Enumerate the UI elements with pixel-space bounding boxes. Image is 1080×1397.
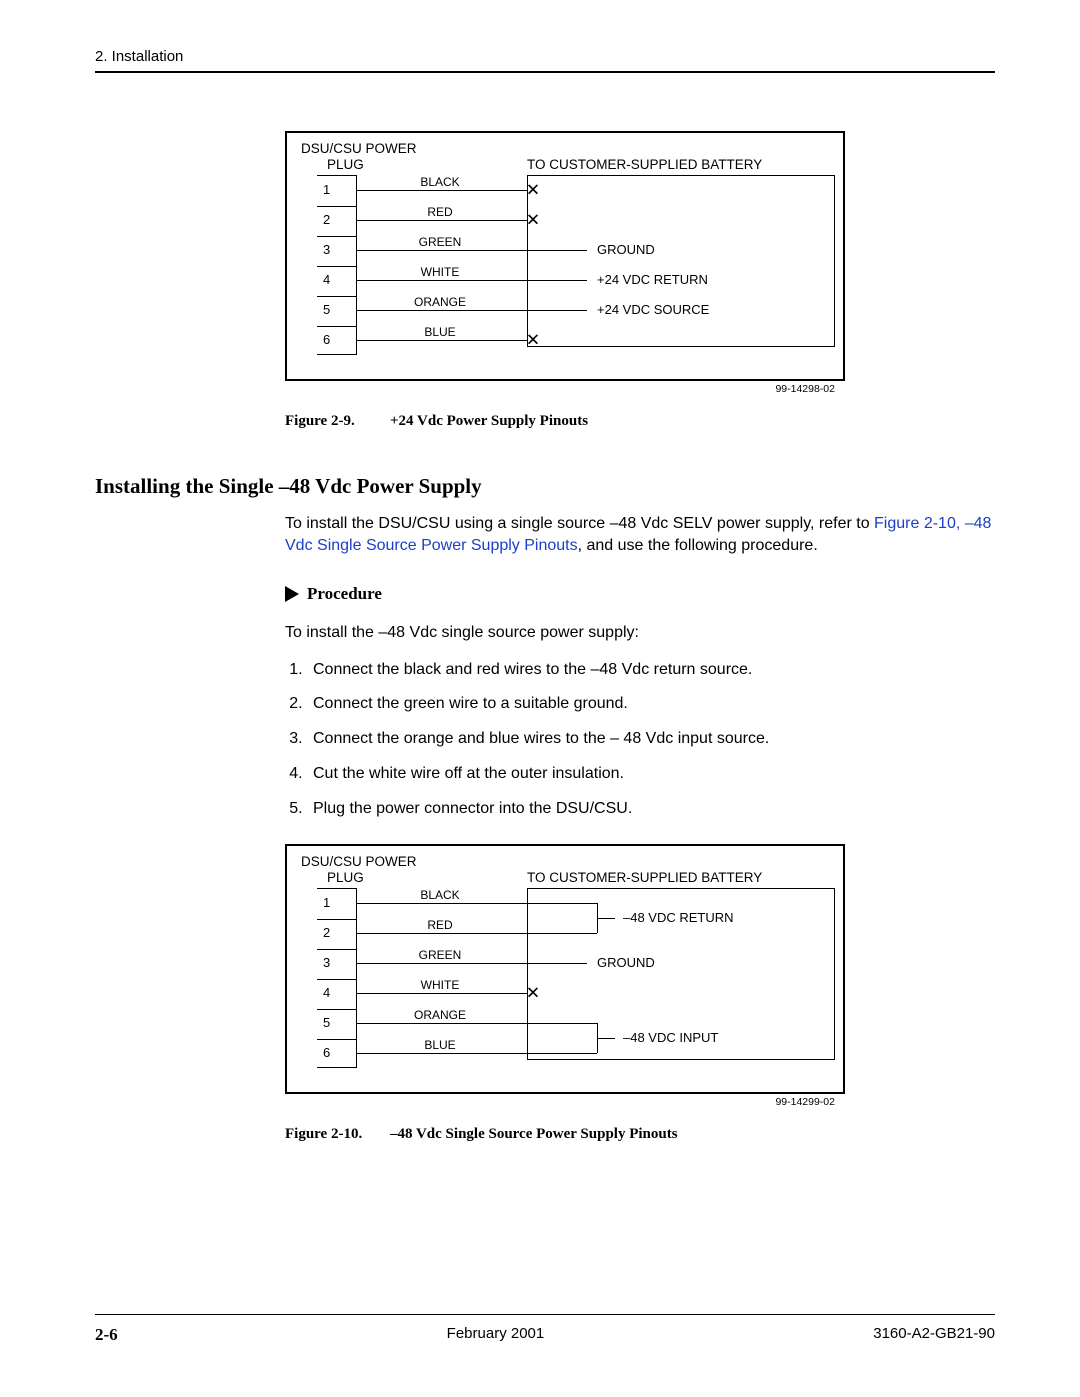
footer-date: February 2001 bbox=[447, 1325, 545, 1345]
battery-title: TO CUSTOMER-SUPPLIED BATTERY bbox=[527, 157, 762, 172]
header-rule bbox=[95, 71, 995, 73]
wire-orange: ORANGE bbox=[405, 1008, 475, 1022]
plug-box: 1 2 3 4 5 6 bbox=[317, 175, 357, 355]
triangle-icon bbox=[285, 586, 299, 602]
dest-return: –48 VDC RETURN bbox=[623, 910, 734, 925]
step-5: Plug the power connector into the DSU/CS… bbox=[307, 798, 995, 821]
figure-2-10-caption: Figure 2-10.–48 Vdc Single Source Power … bbox=[285, 1126, 995, 1143]
section-intro: To install the DSU/CSU using a single so… bbox=[285, 513, 995, 558]
wire-black: BLACK bbox=[405, 175, 475, 189]
wire-red: RED bbox=[405, 205, 475, 219]
wire-green: GREEN bbox=[405, 235, 475, 249]
section-title: Installing the Single –48 Vdc Power Supp… bbox=[95, 474, 995, 499]
x-icon: ✕ bbox=[526, 181, 540, 198]
pin-3: 3 bbox=[323, 242, 330, 257]
wire-white: WHITE bbox=[405, 978, 475, 992]
page: 2. Installation DSU/CSU POWER PLUG TO CU… bbox=[0, 0, 1080, 1397]
dest-source: +24 VDC SOURCE bbox=[597, 302, 709, 317]
dest-ground: GROUND bbox=[597, 242, 655, 257]
wire-orange: ORANGE bbox=[405, 295, 475, 309]
procedure-heading: Procedure bbox=[285, 584, 995, 604]
plug-title-2: PLUG bbox=[327, 870, 364, 885]
step-1: Connect the black and red wires to the –… bbox=[307, 659, 995, 682]
pin-6: 6 bbox=[323, 332, 330, 347]
step-2: Connect the green wire to a suitable gro… bbox=[307, 693, 995, 716]
battery-box bbox=[527, 175, 835, 347]
pin-1: 1 bbox=[323, 182, 330, 197]
pin-4: 4 bbox=[323, 272, 330, 287]
figure-2-9-caption: Figure 2-9.+24 Vdc Power Supply Pinouts bbox=[285, 413, 995, 430]
figure-2-9-diagram: DSU/CSU POWER PLUG TO CUSTOMER-SUPPLIED … bbox=[285, 131, 845, 381]
wire-blue: BLUE bbox=[405, 325, 475, 339]
header-section: 2. Installation bbox=[95, 48, 995, 65]
x-icon: ✕ bbox=[526, 331, 540, 348]
step-4: Cut the white wire off at the outer insu… bbox=[307, 763, 995, 786]
pin-6: 6 bbox=[323, 1045, 330, 1060]
battery-title: TO CUSTOMER-SUPPLIED BATTERY bbox=[527, 870, 762, 885]
wire-green: GREEN bbox=[405, 948, 475, 962]
dest-input: –48 VDC INPUT bbox=[623, 1030, 718, 1045]
x-icon: ✕ bbox=[526, 211, 540, 228]
plug-title-2: PLUG bbox=[327, 157, 364, 172]
step-3: Connect the orange and blue wires to the… bbox=[307, 728, 995, 751]
drawing-number: 99-14298-02 bbox=[775, 383, 835, 395]
drawing-number: 99-14299-02 bbox=[775, 1096, 835, 1108]
wire-red: RED bbox=[405, 918, 475, 932]
pin-1: 1 bbox=[323, 895, 330, 910]
plug-title-1: DSU/CSU POWER bbox=[301, 854, 417, 869]
dest-return: +24 VDC RETURN bbox=[597, 272, 708, 287]
page-number: 2-6 bbox=[95, 1325, 118, 1345]
pin-2: 2 bbox=[323, 212, 330, 227]
wire-white: WHITE bbox=[405, 265, 475, 279]
dest-ground: GROUND bbox=[597, 955, 655, 970]
plug-title-1: DSU/CSU POWER bbox=[301, 141, 417, 156]
pin-5: 5 bbox=[323, 302, 330, 317]
figure-2-10-diagram: DSU/CSU POWER PLUG TO CUSTOMER-SUPPLIED … bbox=[285, 844, 845, 1094]
plug-box: 1 2 3 4 5 6 bbox=[317, 888, 357, 1068]
pin-5: 5 bbox=[323, 1015, 330, 1030]
pin-4: 4 bbox=[323, 985, 330, 1000]
wire-blue: BLUE bbox=[405, 1038, 475, 1052]
wire-black: BLACK bbox=[405, 888, 475, 902]
pin-3: 3 bbox=[323, 955, 330, 970]
footer-doc: 3160-A2-GB21-90 bbox=[873, 1325, 995, 1345]
x-icon: ✕ bbox=[526, 985, 540, 1002]
pin-2: 2 bbox=[323, 925, 330, 940]
procedure-steps: To install the –48 Vdc single source pow… bbox=[285, 622, 995, 820]
page-footer: 2-6 February 2001 3160-A2-GB21-90 bbox=[95, 1314, 995, 1346]
